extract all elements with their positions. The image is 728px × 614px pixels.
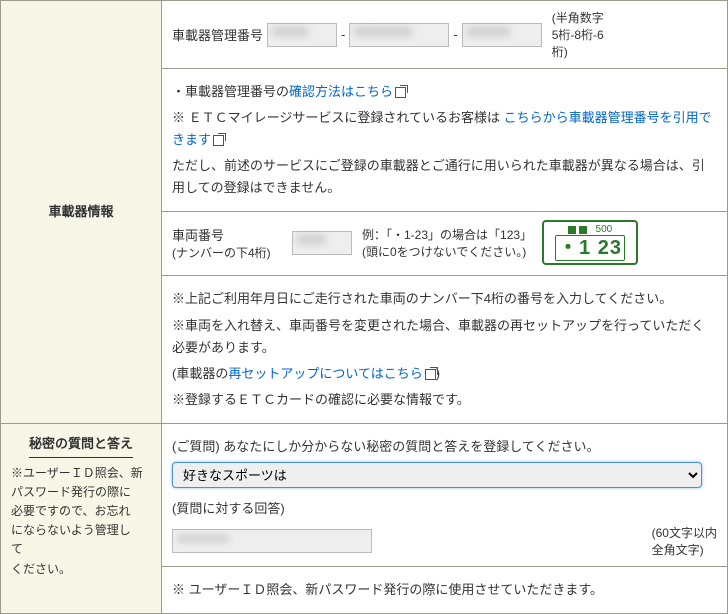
obu-note1: ※上記ご利用年月日にご走行された車両のナンバー下4桁の番号を入力してください。 xyxy=(172,288,717,310)
obu-confirm-row: ・車載器管理番号の確認方法はこちら ※ ＥＴＣマイレージサービスに登録されている… xyxy=(162,69,728,212)
a-label: (質問に対する回答) xyxy=(172,498,717,520)
answer-input[interactable]: xxxxxxxx xyxy=(172,529,372,553)
mgmt-format: (半角数字 5桁-8桁-6 桁) xyxy=(552,9,604,60)
veh-input[interactable]: 0000 xyxy=(292,231,352,255)
mgmt-input-3[interactable]: 000000 xyxy=(462,23,542,47)
external-link-icon xyxy=(213,135,224,146)
a-format: (60文字以内 全角文字) xyxy=(652,524,717,558)
veh-label: 車両番号 xyxy=(172,225,282,244)
mileage-note: ただし、前述のサービスにご登録の車載器とご通行に用いられた車載器が異なる場合は、… xyxy=(172,155,717,199)
external-link-icon xyxy=(395,87,406,98)
mgmt-input-1[interactable]: 00000 xyxy=(267,23,337,47)
external-link-icon xyxy=(425,369,436,380)
sep1: - xyxy=(341,27,345,42)
secret-section-note: ※ユーザーＩＤ照会、新 パスワード発行の際に 必要ですので、お忘れ にならないよ… xyxy=(11,464,151,579)
mgmt-label: 車載器管理番号 xyxy=(172,25,263,44)
form-table: 車載器情報 車載器管理番号 00000 - 00000000 - 000000 … xyxy=(0,0,728,614)
obu-vehicle-row: 車両番号 (ナンバーの下4桁) 0000 例：「・1-23」の場合は「123」 … xyxy=(162,212,728,423)
secret-question-row: (ご質問) あなたにしか分からない秘密の質問と答えを登録してください。 好きなス… xyxy=(162,423,728,566)
q-label: (ご質問) あなたにしか分からない秘密の質問と答えを登録してください。 xyxy=(172,436,717,458)
secret-section-label: 秘密の質問と答え ※ユーザーＩＤ照会、新 パスワード発行の際に 必要ですので、お… xyxy=(1,423,162,613)
veh-sub: (ナンバーの下4桁) xyxy=(172,244,282,261)
veh-ex1: 例：「・1-23」の場合は「123」 xyxy=(362,226,532,243)
license-plate: 500 ・1 23 xyxy=(542,220,638,265)
obu-section-label: 車載器情報 xyxy=(1,1,162,424)
sep2: - xyxy=(453,27,457,42)
veh-ex2: (頭に0をつけないでください。) xyxy=(362,243,532,260)
obu-note2: ※車両を入れ替え、車両番号を変更された場合、車載器の再セットアップを行っていただ… xyxy=(172,315,717,359)
secret-footer-row: ※ ユーザーＩＤ照会、新パスワード発行の際に使用させていただきます。 xyxy=(162,567,728,614)
question-select[interactable]: 好きなスポーツは xyxy=(172,462,702,488)
confirm-link[interactable]: 確認方法はこちら xyxy=(289,84,406,99)
resetup-link[interactable]: 再セットアップについてはこちら xyxy=(228,366,435,381)
mgmt-input-2[interactable]: 00000000 xyxy=(349,23,449,47)
obu-note4: ※登録するＥＴＣカードの確認に必要な情報です。 xyxy=(172,389,717,411)
obu-mgmt-row: 車載器管理番号 00000 - 00000000 - 000000 (半角数字 … xyxy=(162,1,728,69)
